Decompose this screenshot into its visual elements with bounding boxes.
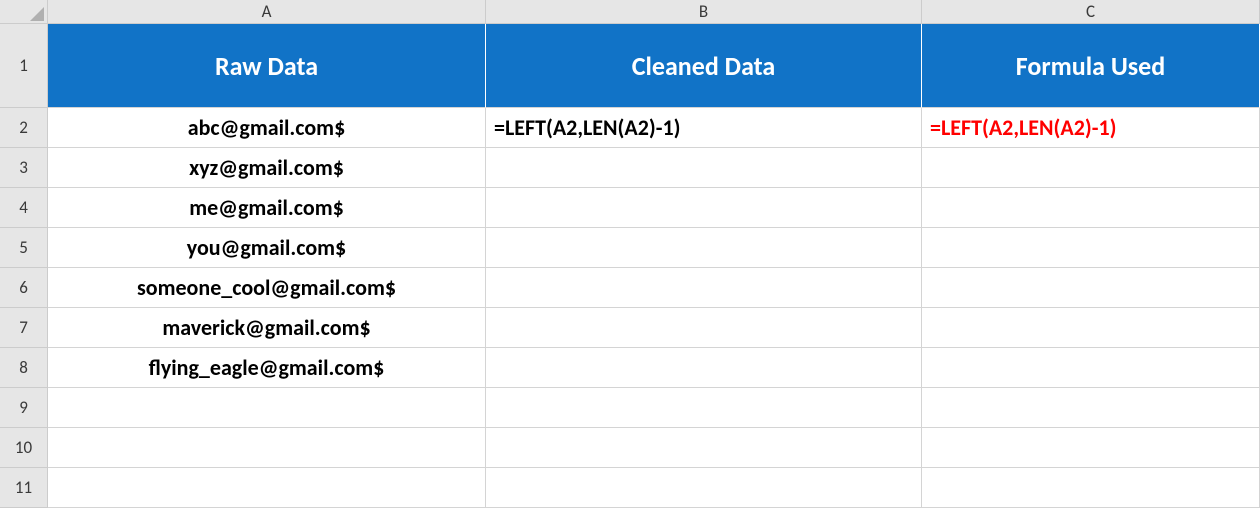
row-header-8[interactable]: 8	[0, 348, 48, 388]
row-header-3[interactable]: 3	[0, 148, 48, 188]
cell-C10[interactable]	[922, 428, 1260, 468]
cell-A5[interactable]: you@gmail.com$	[48, 228, 486, 268]
cell-C4[interactable]	[922, 188, 1260, 228]
cell-B1[interactable]: Cleaned Data	[486, 24, 922, 108]
cell-A7[interactable]: maverick@gmail.com$	[48, 308, 486, 348]
cell-A11[interactable]	[48, 468, 486, 508]
row-header-4[interactable]: 4	[0, 188, 48, 228]
cell-B3[interactable]	[486, 148, 922, 188]
row-header-11[interactable]: 11	[0, 468, 48, 508]
cell-A3[interactable]: xyz@gmail.com$	[48, 148, 486, 188]
spreadsheet-grid: A B C 1 Raw Data Cleaned Data Formula Us…	[0, 0, 1260, 508]
cell-C6[interactable]	[922, 268, 1260, 308]
cell-B6[interactable]	[486, 268, 922, 308]
cell-C7[interactable]	[922, 308, 1260, 348]
select-all-corner[interactable]	[0, 0, 48, 24]
cell-C9[interactable]	[922, 388, 1260, 428]
cell-B5[interactable]	[486, 228, 922, 268]
row-header-6[interactable]: 6	[0, 268, 48, 308]
col-header-B[interactable]: B	[486, 0, 922, 24]
row-header-5[interactable]: 5	[0, 228, 48, 268]
col-header-C[interactable]: C	[922, 0, 1260, 24]
row-header-10[interactable]: 10	[0, 428, 48, 468]
cell-B2[interactable]: =LEFT(A2,LEN(A2)-1)	[486, 108, 922, 148]
cell-A9[interactable]	[48, 388, 486, 428]
col-header-A[interactable]: A	[48, 0, 486, 24]
formula-text: =LEFT(A2,LEN(A2)-1)	[494, 114, 680, 141]
cell-B9[interactable]	[486, 388, 922, 428]
cell-A2[interactable]: abc@gmail.com$	[48, 108, 486, 148]
formula-used-text: =LEFT(A2,LEN(A2)-1)	[930, 114, 1116, 141]
cell-C11[interactable]	[922, 468, 1260, 508]
cell-B10[interactable]	[486, 428, 922, 468]
row-header-2[interactable]: 2	[0, 108, 48, 148]
cell-A4[interactable]: me@gmail.com$	[48, 188, 486, 228]
cell-A8[interactable]: flying_eagle@gmail.com$	[48, 348, 486, 388]
cell-B11[interactable]	[486, 468, 922, 508]
cell-A1[interactable]: Raw Data	[48, 24, 486, 108]
cell-B7[interactable]	[486, 308, 922, 348]
cell-C2[interactable]: =LEFT(A2,LEN(A2)-1)	[922, 108, 1260, 148]
row-header-1[interactable]: 1	[0, 24, 48, 108]
cell-A6[interactable]: someone_cool@gmail.com$	[48, 268, 486, 308]
cell-C1[interactable]: Formula Used	[922, 24, 1260, 108]
row-header-7[interactable]: 7	[0, 308, 48, 348]
cell-C5[interactable]	[922, 228, 1260, 268]
cell-B4[interactable]	[486, 188, 922, 228]
cell-C3[interactable]	[922, 148, 1260, 188]
row-header-9[interactable]: 9	[0, 388, 48, 428]
cell-C8[interactable]	[922, 348, 1260, 388]
cell-A10[interactable]	[48, 428, 486, 468]
cell-B8[interactable]	[486, 348, 922, 388]
